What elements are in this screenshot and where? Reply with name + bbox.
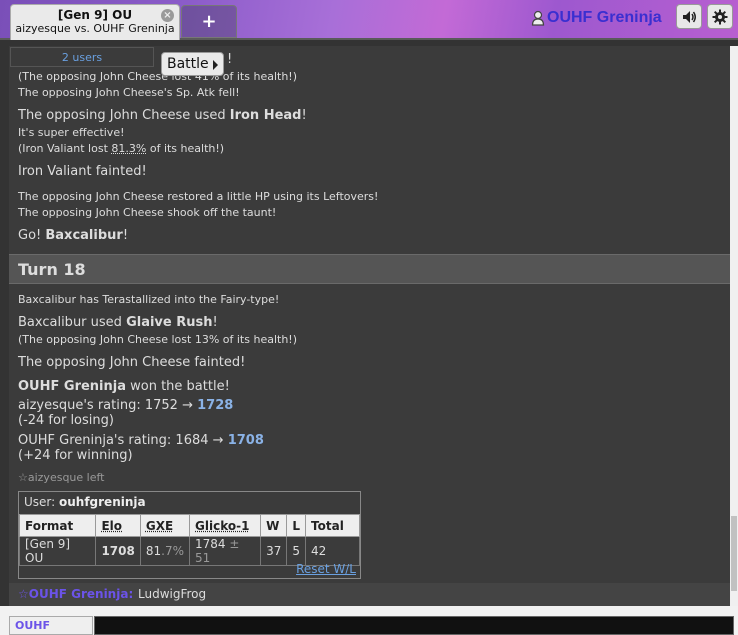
log-line: The opposing John Cheese's Sp. Atk fell! <box>18 86 240 99</box>
rating-line: aizyesque's rating: 1752 → 1728 <box>18 398 234 413</box>
chat-author[interactable]: ☆OUHF Greninja: <box>18 587 133 601</box>
gear-icon <box>712 9 728 24</box>
chat-message: ☆OUHF Greninja: LudwigFrog <box>9 583 730 606</box>
damage-percent[interactable]: 81.3% <box>111 142 146 155</box>
volume-icon <box>683 10 696 23</box>
new-tab-button[interactable]: + <box>181 5 237 38</box>
user-box[interactable]: OUHF Greninja <box>531 7 662 29</box>
cell-w: 37 <box>260 536 288 566</box>
log-line: The opposing John Cheese shook off the t… <box>18 206 277 219</box>
close-icon[interactable]: × <box>161 9 174 22</box>
battle-tab[interactable]: [Gen 9] OU aizyesque vs. OUHF Greninja × <box>10 4 180 40</box>
tab-subtitle: aizyesque vs. OUHF Greninja <box>15 22 175 35</box>
turn-label: Turn 18 <box>18 260 86 279</box>
log-line: (The opposing John Cheese lost 41% of it… <box>18 70 297 83</box>
battle-button-label: Battle <box>167 56 209 72</box>
new-rating: 1708 <box>227 433 264 448</box>
log-line: The opposing John Cheese restored a litt… <box>18 190 379 203</box>
rating-table: User: ouhfgreninja Format Elo GXE Glicko… <box>18 491 361 579</box>
scrollbar-thumb[interactable] <box>731 516 737 591</box>
log-move-line: Baxcalibur used Glaive Rush! <box>18 315 218 330</box>
col-gxe: GXE <box>139 514 191 537</box>
col-w: W <box>260 514 288 537</box>
chat-input-bar: OUHF Greninja <box>0 606 738 635</box>
pokemon-name: Baxcalibur <box>45 228 123 243</box>
header-bar: [Gen 9] OU aizyesque vs. OUHF Greninja ×… <box>0 0 738 40</box>
col-elo: Elo <box>95 514 141 537</box>
log-partial-line: ! <box>227 52 233 67</box>
winner-line: OUHF Greninja won the battle! <box>18 379 230 394</box>
battle-button[interactable]: Battle <box>161 52 224 76</box>
log-line: It's super effective! <box>18 126 125 139</box>
new-rating: 1728 <box>197 398 234 413</box>
rating-line: OUHF Greninja's rating: 1684 → 1708 <box>18 433 264 448</box>
log-move-line: The opposing John Cheese used Iron Head! <box>18 108 307 123</box>
turn-header: Turn 18 <box>9 254 730 284</box>
table-user: User: ouhfgreninja <box>24 495 146 509</box>
battle-log[interactable]: ! (The opposing John Cheese lost 41% of … <box>9 46 730 606</box>
log-scrollbar[interactable] <box>730 46 738 606</box>
stats-table: Format Elo GXE Glicko-1 W L Total [Gen 9… <box>18 514 360 566</box>
rating-change: (+24 for winning) <box>18 448 133 463</box>
cell-format: [Gen 9] OU <box>18 536 97 566</box>
move-name: Glaive Rush <box>126 315 213 330</box>
user-icon <box>531 10 545 26</box>
cell-gxe: 81.7% <box>139 536 191 566</box>
log-line: (Iron Valiant lost 81.3% of its health!) <box>18 142 225 155</box>
settings-button[interactable] <box>707 4 733 29</box>
log-switch-line: Go! Baxcalibur! <box>18 228 129 243</box>
winner-name: OUHF Greninja <box>18 379 126 394</box>
col-format: Format <box>18 514 97 537</box>
cell-glicko: 1784 ± 51 <box>188 536 262 566</box>
log-line: Iron Valiant fainted! <box>18 164 147 179</box>
log-line: (The opposing John Cheese lost 13% of it… <box>18 333 297 346</box>
username: OUHF Greninja <box>547 9 662 26</box>
move-name: Iron Head <box>229 108 302 123</box>
sound-button[interactable] <box>676 4 702 29</box>
col-total: Total <box>305 514 360 537</box>
col-l: L <box>286 514 307 537</box>
rating-change: (-24 for losing) <box>18 413 114 428</box>
cell-elo: 1708 <box>95 536 141 566</box>
users-button[interactable]: 2 users <box>10 47 154 67</box>
chat-username[interactable]: OUHF Greninja <box>9 616 93 635</box>
col-glicko: Glicko-1 <box>188 514 262 537</box>
chat-input[interactable] <box>94 616 734 635</box>
log-line: The opposing John Cheese fainted! <box>18 355 246 370</box>
table-header-row: Format Elo GXE Glicko-1 W L Total <box>18 514 360 537</box>
log-line: Baxcalibur has Terastallized into the Fa… <box>18 293 280 306</box>
tab-title: [Gen 9] OU <box>57 8 133 22</box>
reset-wl-link[interactable]: Reset W/L <box>296 562 356 576</box>
table-username: ouhfgreninja <box>59 495 146 509</box>
chevron-right-icon <box>213 60 218 70</box>
chat-text: LudwigFrog <box>138 587 207 601</box>
leave-message: ☆aizyesque left <box>18 471 105 484</box>
